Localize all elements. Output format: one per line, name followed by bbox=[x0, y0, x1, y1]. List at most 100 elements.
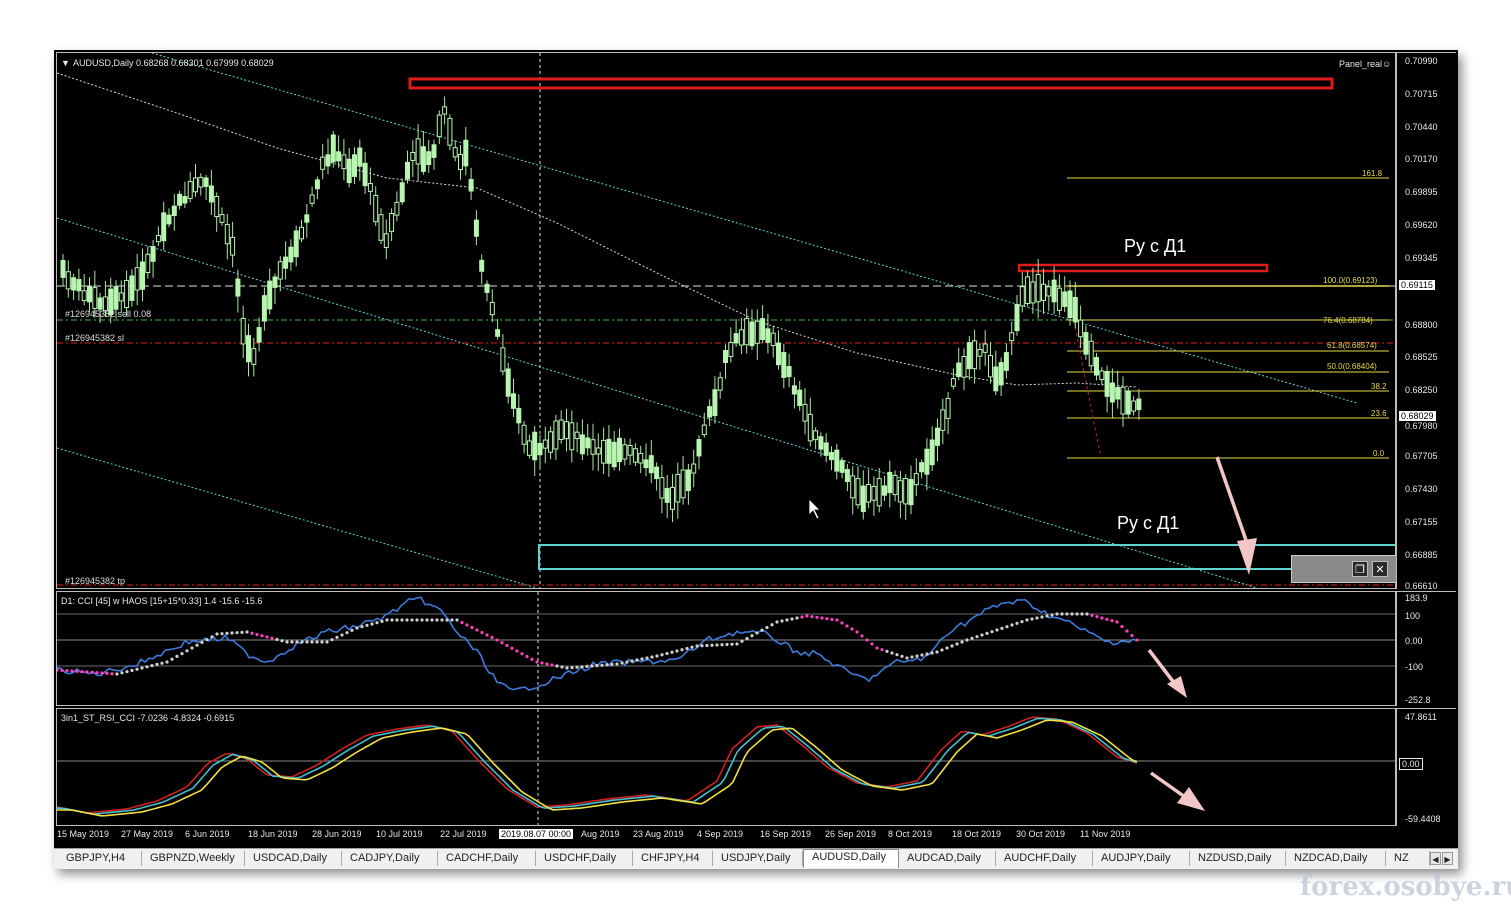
panel-label[interactable]: Panel_real☺ bbox=[1339, 59, 1391, 69]
cci-signal-dot bbox=[825, 617, 829, 621]
cci-signal-dot bbox=[415, 618, 419, 622]
candle-body bbox=[776, 342, 781, 366]
cci-signal-dot bbox=[845, 624, 849, 628]
candle-body bbox=[383, 233, 389, 249]
cci-signal-dot bbox=[430, 618, 434, 622]
mouse-pointer-icon bbox=[808, 498, 821, 520]
candle-body bbox=[203, 177, 209, 187]
candle-body bbox=[601, 439, 607, 464]
candle-body bbox=[818, 436, 824, 450]
cci-axis-label: 100 bbox=[1405, 611, 1421, 621]
tab-usdchf-daily[interactable]: USDCHF,Daily bbox=[536, 851, 633, 866]
candle-body bbox=[71, 277, 77, 291]
tab-chfjpy-h4[interactable]: CHFJPY,H4 bbox=[633, 851, 713, 866]
cci-signal-dot bbox=[540, 661, 544, 665]
tab-cadchf-daily[interactable]: CADCHF,Daily bbox=[438, 851, 536, 866]
tab-nzdusd-daily[interactable]: NZDUSD,Daily bbox=[1190, 851, 1286, 866]
cci-signal-dot bbox=[805, 614, 809, 618]
cci-signal-dot bbox=[965, 638, 969, 642]
date-label: 4 Sep 2019 bbox=[697, 829, 744, 839]
tab-gbpjpy-h4[interactable]: GBPJPY,H4 bbox=[58, 851, 142, 866]
price-label: 0.68250 bbox=[1405, 385, 1438, 395]
candle-body bbox=[1009, 332, 1015, 342]
candle-body bbox=[193, 177, 198, 193]
candle-body bbox=[277, 261, 283, 280]
candle-body bbox=[685, 469, 691, 492]
cci-signal-dot bbox=[235, 631, 239, 635]
price-chart-pane[interactable]: ▼ AUDUSD,Daily 0.68268 0.68301 0.67999 0… bbox=[56, 52, 1401, 589]
cci-signal-dot bbox=[555, 664, 559, 668]
tab-nzdcad-daily[interactable]: NZDCAD,Daily bbox=[1286, 851, 1386, 866]
tab-gbpnzd-weekly[interactable]: GBPNZD,Weekly bbox=[142, 851, 245, 866]
candle-body bbox=[166, 214, 172, 225]
tab-usdjpy-daily[interactable]: USDJPY,Daily bbox=[713, 851, 803, 866]
restore-icon[interactable]: ❐ bbox=[1352, 561, 1368, 577]
cci-signal-dot bbox=[640, 657, 644, 661]
tab-audcad-daily[interactable]: AUDCAD,Daily bbox=[899, 851, 996, 866]
oscillator-axis: 47.8611 0.00 -59.4408 bbox=[1396, 708, 1456, 826]
candle-body bbox=[993, 366, 999, 392]
cci-signal-dot bbox=[795, 616, 799, 620]
candle-body bbox=[823, 442, 829, 456]
candle-body bbox=[542, 439, 548, 449]
mini-panel-window[interactable]: ❐ ✕ bbox=[1291, 555, 1401, 583]
resistance-box-recent bbox=[1017, 263, 1269, 273]
price-axis[interactable]: 0.70990 0.70715 0.70440 0.70170 0.69895 … bbox=[1396, 52, 1456, 591]
cci-signal-dot bbox=[440, 618, 444, 622]
cci-signal-dot bbox=[280, 639, 284, 643]
candle-body bbox=[1109, 382, 1115, 403]
oscillator-canvas[interactable] bbox=[57, 709, 1395, 825]
date-label: 10 Jul 2019 bbox=[376, 829, 423, 839]
cci-indicator-pane[interactable]: D1: CCI [45] w HAOS [15+15*0.33] 1.4 -15… bbox=[56, 591, 1396, 706]
candle-body bbox=[860, 485, 866, 513]
tab-audjpy-daily[interactable]: AUDJPY,Daily bbox=[1093, 851, 1190, 866]
cci-signal-dot bbox=[1070, 612, 1074, 616]
cci-signal-dot bbox=[850, 627, 854, 631]
cci-signal-dot bbox=[135, 667, 139, 671]
chart-menu-icon[interactable]: ▼ bbox=[61, 58, 70, 68]
annotation-arrow-head bbox=[1177, 787, 1205, 811]
oscillator-pane[interactable]: 3in1_ST_RSI_CCI -7.0236 -4.8324 -0.6915 bbox=[56, 708, 1396, 826]
cci-signal-dot bbox=[410, 618, 414, 622]
candle-body bbox=[341, 154, 347, 170]
cci-signal-dot bbox=[625, 660, 629, 664]
cci-signal-dot bbox=[420, 618, 424, 622]
cci-signal-dot bbox=[745, 636, 749, 641]
tab-cadjpy-daily[interactable]: CADJPY,Daily bbox=[342, 851, 438, 866]
candle-body bbox=[924, 448, 930, 475]
annotation-top: Ру с Д1 bbox=[1124, 236, 1187, 256]
candle-body bbox=[765, 328, 771, 343]
cci-signal-dot bbox=[1075, 612, 1079, 616]
cci-signal-dot bbox=[220, 632, 224, 636]
candle-body bbox=[495, 329, 501, 337]
candle-body bbox=[320, 156, 326, 170]
watermark-text: forex.osobye.ru bbox=[1300, 872, 1511, 902]
close-icon[interactable]: ✕ bbox=[1372, 561, 1388, 577]
tab-nz-truncated[interactable]: NZ bbox=[1386, 851, 1430, 866]
scroll-left-icon[interactable]: ◀ bbox=[1430, 852, 1441, 865]
tab-audchf-daily[interactable]: AUDCHF,Daily bbox=[996, 851, 1093, 866]
candle-body bbox=[606, 438, 612, 464]
cci-signal-dot bbox=[1015, 621, 1019, 625]
candle-body bbox=[1078, 319, 1084, 338]
osc-axis-label: 47.8611 bbox=[1405, 712, 1437, 722]
cci-signal-dot bbox=[1035, 616, 1039, 620]
cci-canvas[interactable] bbox=[57, 592, 1395, 705]
scroll-right-icon[interactable]: ▶ bbox=[1442, 852, 1453, 865]
candle-body bbox=[500, 347, 506, 372]
candle-body bbox=[261, 295, 267, 322]
cci-signal-dot bbox=[1120, 624, 1124, 629]
cci-signal-dot bbox=[60, 668, 64, 672]
candle-body bbox=[224, 224, 230, 245]
candle-body bbox=[770, 332, 776, 347]
price-chart-canvas[interactable] bbox=[57, 53, 1395, 588]
cci-signal-dot bbox=[525, 654, 529, 659]
candle-body bbox=[834, 449, 840, 472]
candle-body bbox=[786, 366, 792, 378]
candle-body bbox=[553, 420, 559, 450]
tab-audusd-daily[interactable]: AUDUSD,Daily bbox=[803, 849, 899, 868]
candle-body bbox=[1125, 390, 1131, 415]
cci-signal-dot bbox=[105, 671, 109, 675]
tab-usdcad-daily[interactable]: USDCAD,Daily bbox=[245, 851, 342, 866]
cci-signal-dot bbox=[580, 665, 584, 669]
